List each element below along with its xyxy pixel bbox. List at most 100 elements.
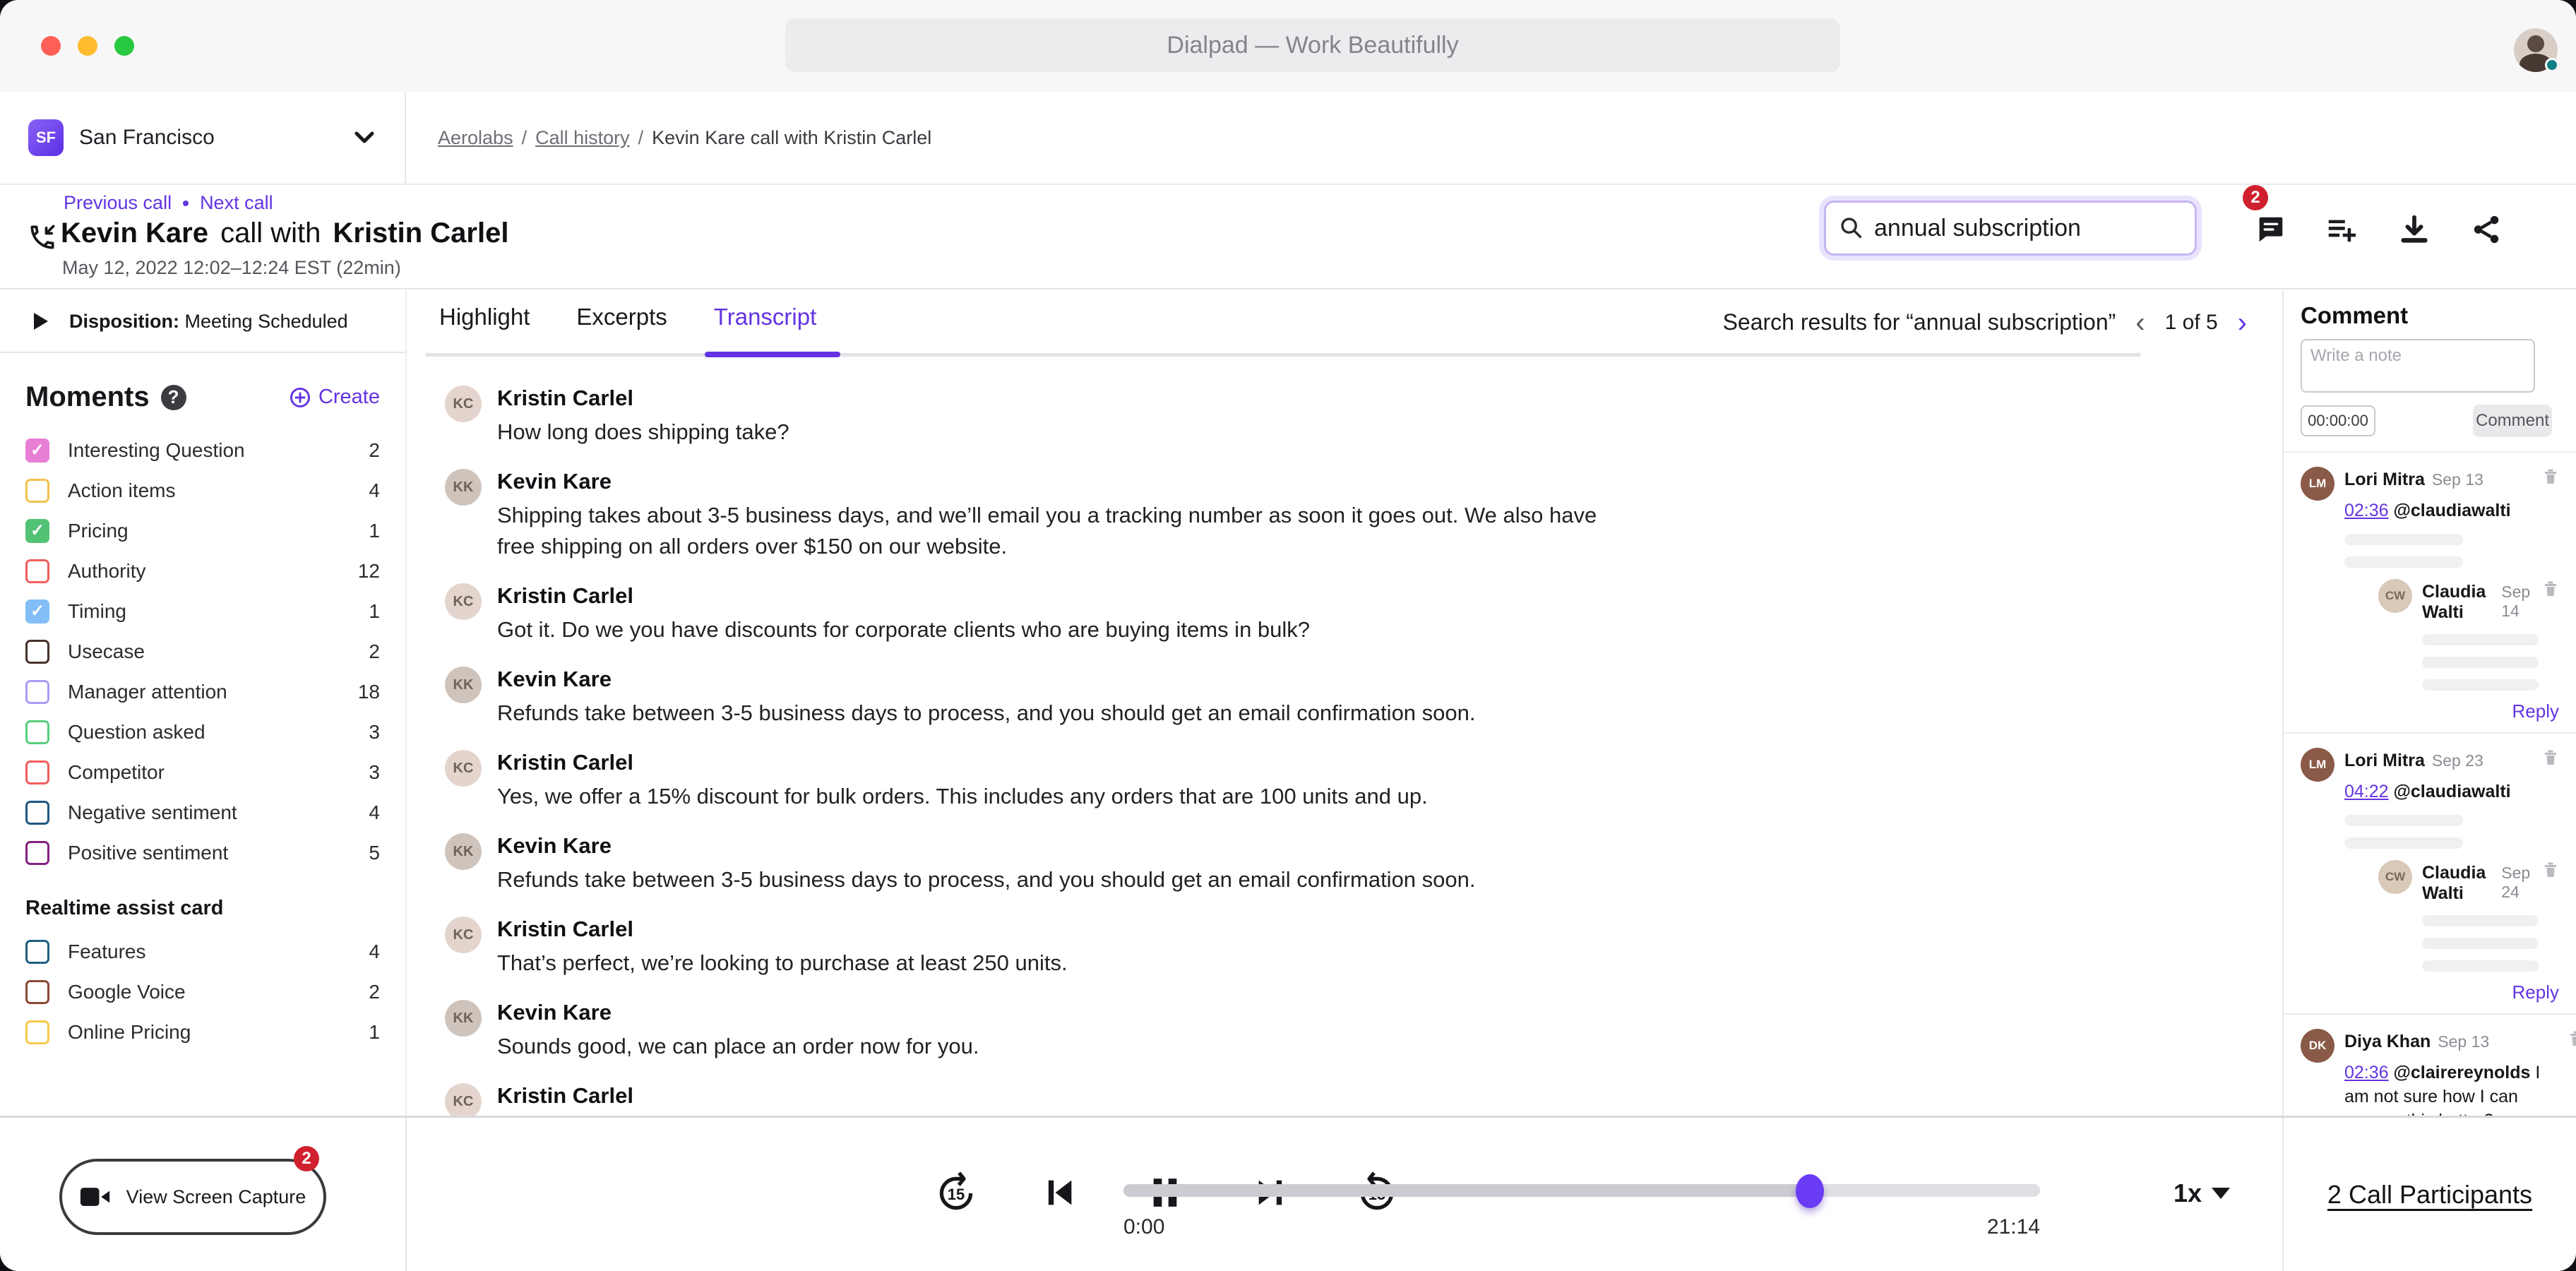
- delete-comment-icon[interactable]: [2542, 860, 2559, 878]
- timestamp-link[interactable]: 04:22: [2344, 782, 2389, 801]
- checkbox[interactable]: [25, 680, 49, 704]
- transcript-search-input[interactable]: [1874, 215, 2182, 242]
- delete-comment-icon[interactable]: [2542, 467, 2559, 485]
- checkbox[interactable]: [25, 479, 49, 503]
- current-time: 0:00: [1123, 1215, 1164, 1239]
- create-moment-button[interactable]: Create: [289, 386, 380, 409]
- moment-filter-action-items[interactable]: Action items 4: [0, 470, 405, 511]
- checkbox[interactable]: ✓: [25, 519, 49, 543]
- help-icon[interactable]: ?: [161, 385, 186, 410]
- timeline-slider[interactable]: [1123, 1184, 2040, 1197]
- checkbox[interactable]: [25, 720, 49, 744]
- minimize-window-button[interactable]: [78, 36, 97, 56]
- mention[interactable]: @claudiawalti: [2394, 501, 2511, 520]
- avatar: LM: [2301, 467, 2334, 501]
- checkbox[interactable]: [25, 559, 49, 583]
- disposition-row[interactable]: Disposition: Meeting Scheduled: [0, 291, 405, 353]
- delete-comment-icon[interactable]: [2542, 748, 2559, 766]
- playback-speed-selector[interactable]: 1x: [2174, 1178, 2230, 1208]
- tab-transcript[interactable]: Transcript: [714, 304, 816, 349]
- timestamp-input[interactable]: [2301, 405, 2375, 436]
- transcript-search-field[interactable]: [1824, 201, 2197, 256]
- note-input[interactable]: [2301, 339, 2535, 393]
- delete-comment-icon[interactable]: [2542, 579, 2559, 597]
- workspace-switcher[interactable]: SF San Francisco: [0, 92, 406, 184]
- mention[interactable]: @clairereynolds: [2394, 1063, 2531, 1082]
- redacted-text-bar: [2422, 657, 2539, 668]
- realtime-assist-heading: Realtime assist card: [25, 897, 380, 920]
- previous-call-link[interactable]: Previous call: [64, 192, 172, 214]
- share-icon[interactable]: [2470, 213, 2503, 246]
- zoom-window-button[interactable]: [114, 36, 134, 56]
- incoming-call-icon: [27, 222, 58, 253]
- checkbox[interactable]: [25, 801, 49, 825]
- moment-filter-competitor[interactable]: Competitor 3: [0, 752, 405, 792]
- previous-track-button[interactable]: [1041, 1174, 1078, 1211]
- comments-toggle-button[interactable]: [2254, 213, 2286, 246]
- player-right-section: 2 Call Participants: [2282, 1118, 2576, 1271]
- avatar: KK: [445, 1000, 482, 1037]
- breadcrumb-link-aerolabs[interactable]: Aerolabs: [438, 127, 513, 149]
- previous-result-chevron[interactable]: ‹: [2135, 312, 2145, 333]
- moment-filter-usecase[interactable]: Usecase 2: [0, 631, 405, 672]
- checkbox[interactable]: [25, 940, 49, 964]
- checkbox[interactable]: [25, 1020, 49, 1044]
- delete-comment-icon[interactable]: [2568, 1029, 2576, 1047]
- view-screen-capture-button[interactable]: View Screen Capture: [59, 1159, 326, 1235]
- checkbox[interactable]: ✓: [25, 599, 49, 623]
- moment-filter-negative-sentiment[interactable]: Negative sentiment 4: [0, 792, 405, 833]
- mention[interactable]: @claudiawalti: [2394, 782, 2511, 801]
- search-results-text: Search results for “annual subscription”: [1723, 309, 2116, 335]
- message-text: That’s perfect, we’re looking to purchas…: [497, 948, 1068, 979]
- moment-filter-timing[interactable]: ✓ Timing 1: [0, 591, 405, 631]
- avatar: KC: [445, 750, 482, 787]
- redacted-text-bar: [2344, 556, 2463, 568]
- moment-filter-authority[interactable]: Authority 12: [0, 551, 405, 591]
- avatar: KC: [445, 1083, 482, 1116]
- check-icon: ✓: [30, 440, 44, 460]
- moment-label: Authority: [68, 560, 146, 583]
- moment-filter-manager-attention[interactable]: Manager attention 18: [0, 672, 405, 712]
- avatar-initials: KK: [453, 844, 474, 860]
- assist-filter-google-voice[interactable]: Google Voice 2: [0, 972, 405, 1012]
- speaker-name: Kristin Carlel: [497, 1083, 633, 1109]
- moment-filter-positive-sentiment[interactable]: Positive sentiment 5: [0, 833, 405, 873]
- skip-forward-15-button[interactable]: 15: [936, 1171, 976, 1214]
- timestamp-link[interactable]: 02:36: [2344, 1063, 2389, 1082]
- comment-author: Claudia Walti: [2422, 582, 2494, 623]
- message-text: Shipping takes about 3-5 business days, …: [497, 500, 1613, 562]
- reply-link[interactable]: Reply: [2344, 981, 2559, 1003]
- moment-count: 5: [369, 842, 380, 864]
- capture-label: View Screen Capture: [126, 1186, 306, 1208]
- assist-filter-features[interactable]: Features 4: [0, 931, 405, 972]
- next-call-link[interactable]: Next call: [200, 192, 273, 214]
- redacted-text-bar: [2422, 938, 2539, 949]
- checkbox[interactable]: [25, 760, 49, 784]
- checkbox[interactable]: ✓: [25, 438, 49, 463]
- timestamp-link[interactable]: 02:36: [2344, 501, 2389, 520]
- next-result-chevron[interactable]: ›: [2238, 312, 2247, 333]
- download-icon[interactable]: [2398, 213, 2431, 246]
- assist-filter-online-pricing[interactable]: Online Pricing 1: [0, 1012, 405, 1052]
- timeline-knob[interactable]: [1796, 1174, 1824, 1208]
- checkbox[interactable]: [25, 841, 49, 865]
- comment-thread: LM Lori Mitra Sep 13 02:36 @claudiawalti…: [2284, 451, 2576, 732]
- moment-filter-question-asked[interactable]: Question asked 3: [0, 712, 405, 752]
- checkbox[interactable]: [25, 980, 49, 1004]
- comment-author: Lori Mitra: [2344, 470, 2425, 490]
- comment-submit-button[interactable]: Comment: [2473, 405, 2552, 437]
- breadcrumb-link-call-history[interactable]: Call history: [535, 127, 630, 149]
- tab-highlight[interactable]: Highlight: [439, 304, 530, 349]
- redacted-text-bar: [2422, 679, 2539, 691]
- speed-value: 1x: [2174, 1178, 2202, 1208]
- close-window-button[interactable]: [41, 36, 61, 56]
- tab-excerpts[interactable]: Excerpts: [576, 304, 667, 349]
- moment-filter-interesting-question[interactable]: ✓ Interesting Question 2: [0, 430, 405, 470]
- add-to-playlist-icon[interactable]: [2325, 213, 2357, 246]
- checkbox[interactable]: [25, 640, 49, 664]
- moment-label: Positive sentiment: [68, 842, 228, 864]
- search-results-pager: Search results for “annual subscription”…: [1723, 309, 2247, 335]
- call-participants-link[interactable]: 2 Call Participants: [2327, 1180, 2532, 1210]
- moment-filter-pricing[interactable]: ✓ Pricing 1: [0, 511, 405, 551]
- reply-link[interactable]: Reply: [2344, 700, 2559, 722]
